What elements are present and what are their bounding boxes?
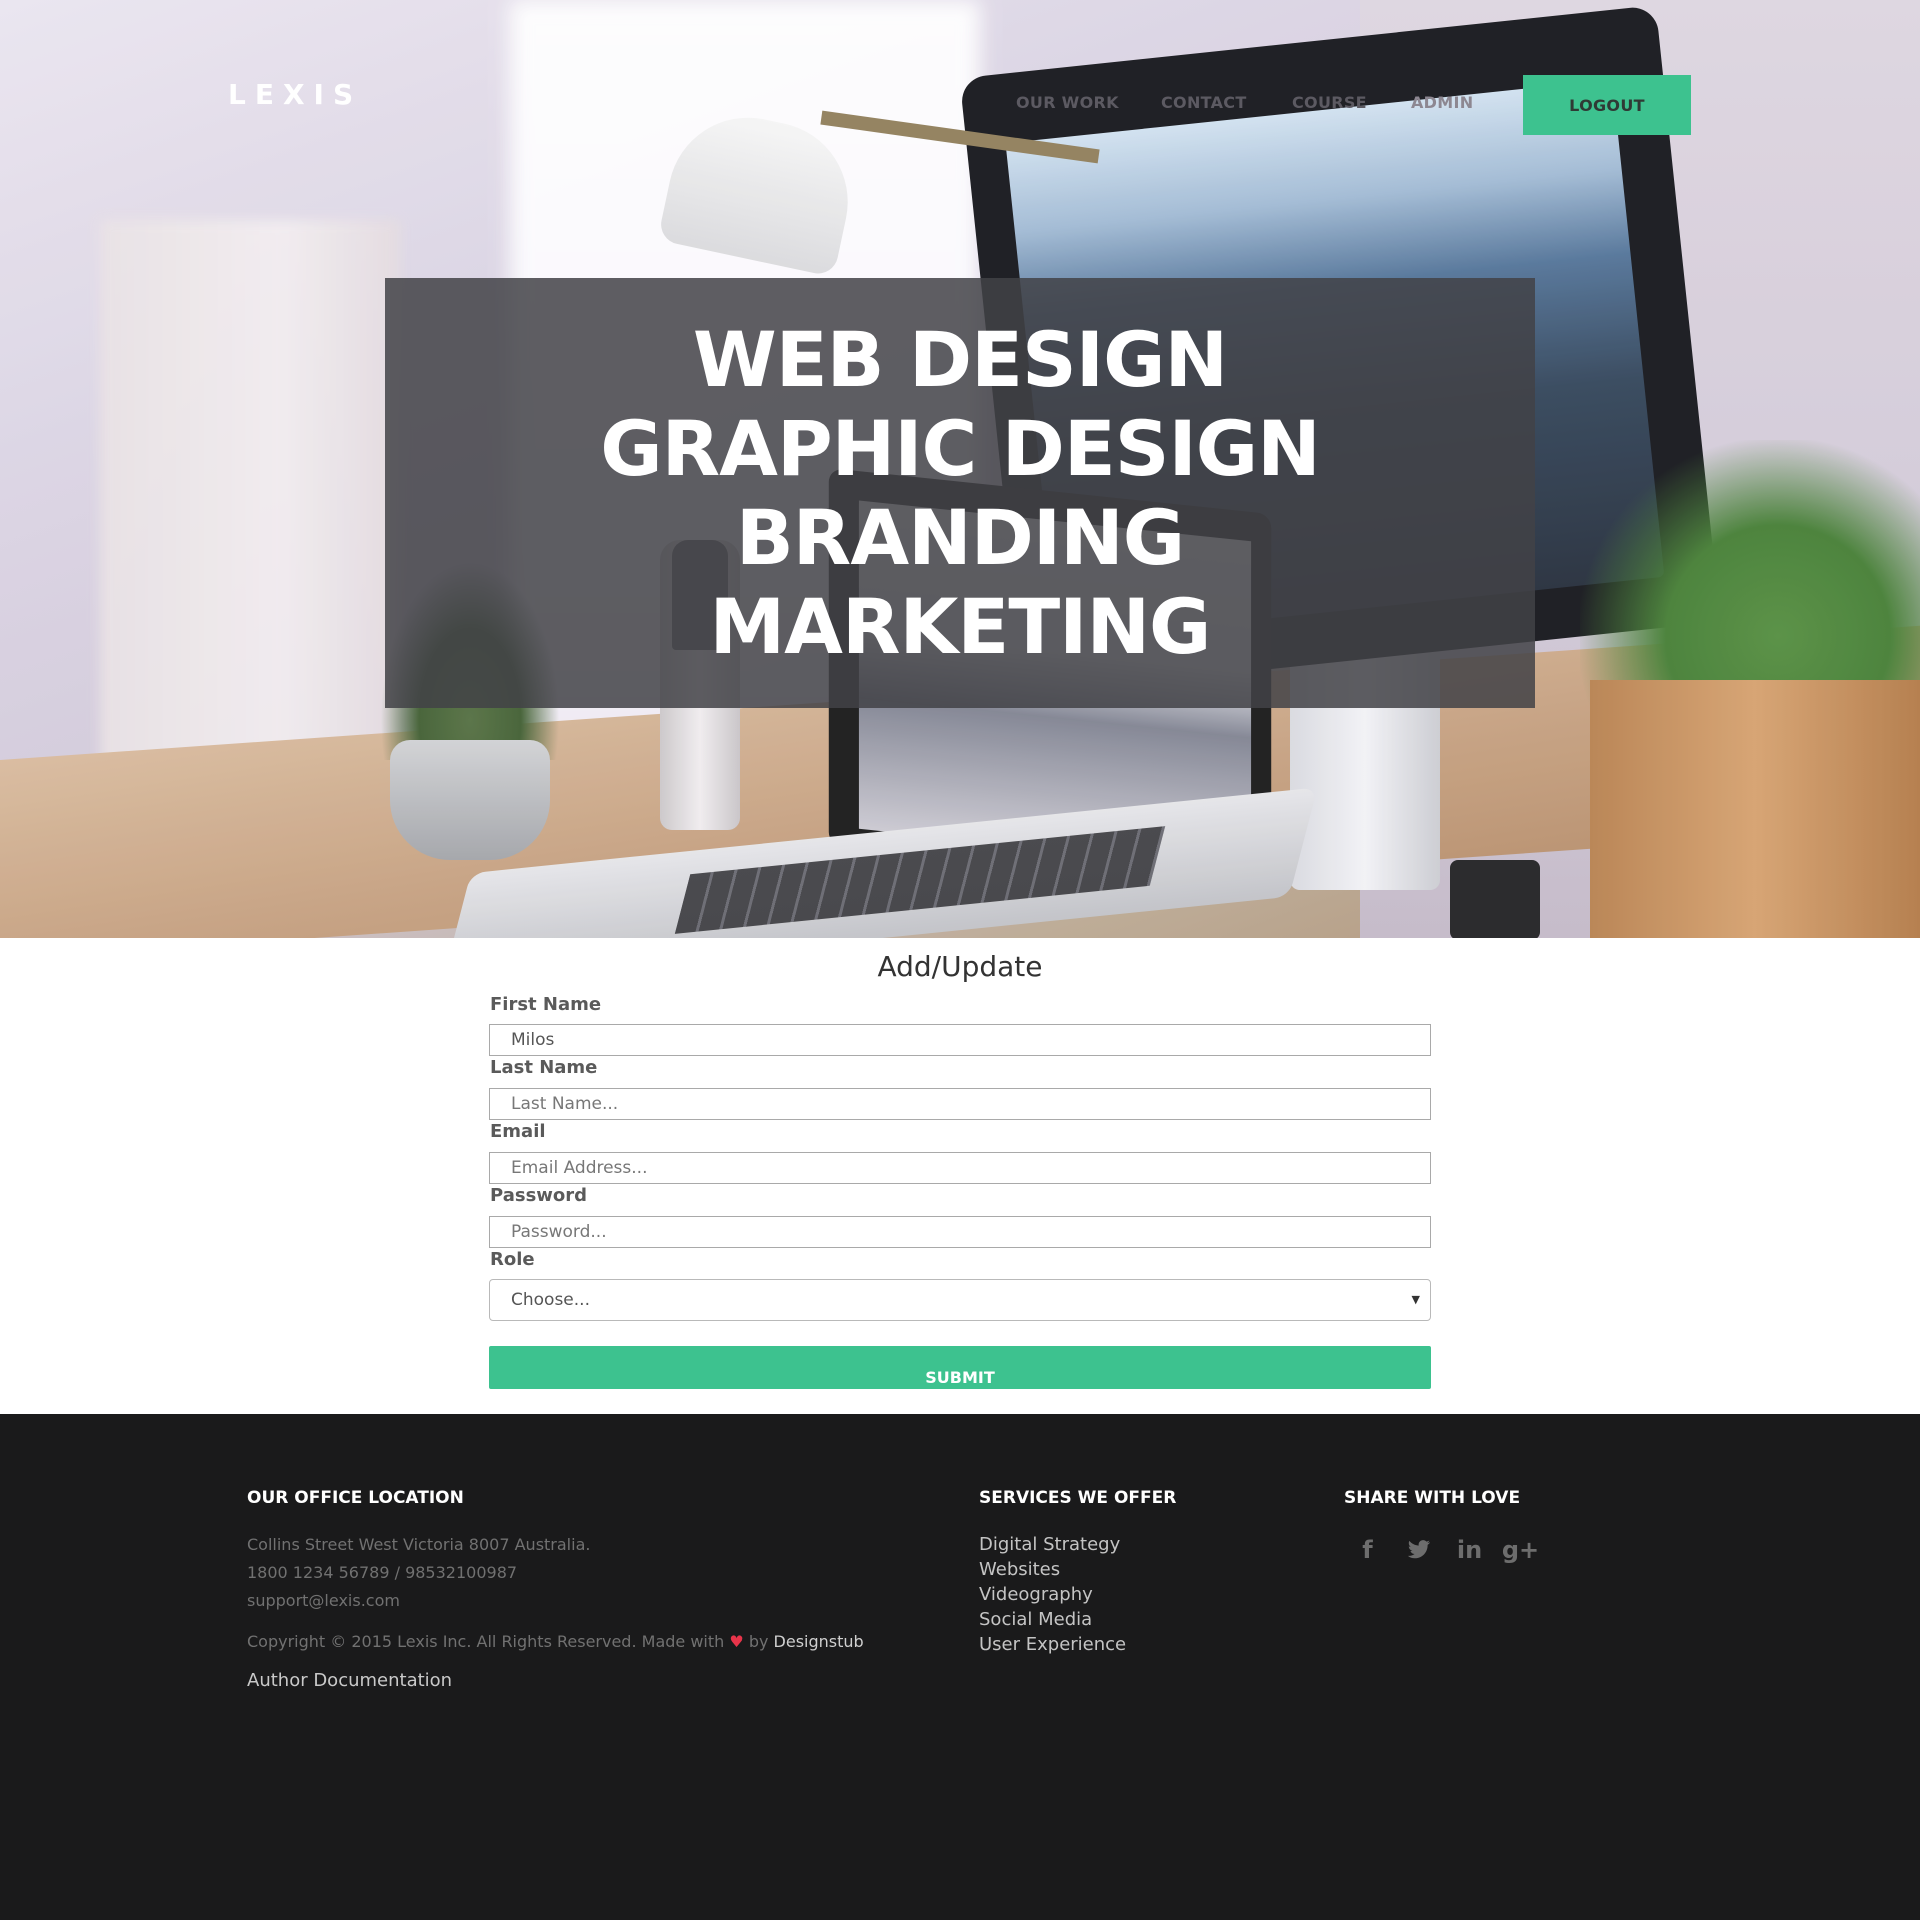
nav-item-admin[interactable]: ADMIN [1411, 93, 1473, 112]
first-name-label: First Name [490, 994, 602, 1015]
share-heading: SHARE WITH LOVE [1344, 1488, 1521, 1508]
heart-icon: ♥ [729, 1632, 744, 1651]
password-input[interactable]: Password... [489, 1216, 1431, 1248]
last-name-label: Last Name [490, 1057, 598, 1078]
hero-banner: WEB DESIGN GRAPHIC DESIGN BRANDING MARKE… [385, 278, 1535, 708]
office-email[interactable]: support@lexis.com [247, 1591, 400, 1610]
linkedin-icon[interactable]: in [1454, 1534, 1485, 1565]
email-label: Email [490, 1121, 546, 1142]
service-item-websites[interactable]: Websites [979, 1557, 1126, 1582]
copyright-by: by [748, 1632, 769, 1651]
social-links: f in g+ [1352, 1534, 1539, 1565]
hero-section: LEXIS OUR WORK CONTACT COURSE ADMIN LOGO… [0, 0, 1920, 938]
role-select-value: Choose... [511, 1290, 590, 1310]
submit-button[interactable]: SUBMIT [489, 1346, 1431, 1389]
hero-line-marketing: MARKETING [709, 582, 1212, 671]
services-heading: SERVICES WE OFFER [979, 1488, 1177, 1508]
office-address: Collins Street West Victoria 8007 Austra… [247, 1535, 591, 1554]
author-documentation-link[interactable]: Author Documentation [247, 1670, 452, 1691]
google-plus-icon[interactable]: g+ [1502, 1534, 1539, 1565]
chevron-down-icon: ▼ [1411, 1293, 1420, 1306]
service-item-user-experience[interactable]: User Experience [979, 1632, 1126, 1657]
role-select[interactable]: Choose... ▼ [489, 1279, 1431, 1321]
hero-line-graphic-design: GRAPHIC DESIGN [600, 404, 1321, 493]
facebook-icon[interactable]: f [1352, 1534, 1383, 1565]
service-item-digital-strategy[interactable]: Digital Strategy [979, 1532, 1126, 1557]
user-form: Add/Update First Name Milos Last Name La… [0, 938, 1920, 1414]
service-item-videography[interactable]: Videography [979, 1582, 1126, 1607]
site-footer: OUR OFFICE LOCATION Collins Street West … [0, 1414, 1920, 1920]
first-name-input[interactable]: Milos [489, 1024, 1431, 1056]
copyright-prefix: Copyright © 2015 Lexis Inc. All Rights R… [247, 1632, 725, 1651]
hero-line-branding: BRANDING [735, 493, 1185, 582]
service-item-social-media[interactable]: Social Media [979, 1607, 1126, 1632]
services-list: Digital Strategy Websites Videography So… [979, 1532, 1126, 1657]
designstub-link[interactable]: Designstub [774, 1632, 864, 1651]
nav-item-contact[interactable]: CONTACT [1161, 93, 1247, 112]
last-name-input[interactable]: Last Name... [489, 1088, 1431, 1120]
nav-item-course[interactable]: COURSE [1292, 93, 1367, 112]
password-label: Password [490, 1185, 588, 1206]
logout-button[interactable]: LOGOUT [1523, 75, 1691, 135]
role-label: Role [490, 1249, 535, 1270]
nav-item-our-work[interactable]: OUR WORK [1016, 93, 1119, 112]
copyright-text: Copyright © 2015 Lexis Inc. All Rights R… [247, 1632, 864, 1651]
office-heading: OUR OFFICE LOCATION [247, 1488, 464, 1508]
office-phone: 1800 1234 56789 / 98532100987 [247, 1563, 518, 1582]
form-title: Add/Update [877, 950, 1043, 983]
email-input[interactable]: Email Address... [489, 1152, 1431, 1184]
hero-line-web-design: WEB DESIGN [692, 315, 1228, 404]
twitter-icon[interactable] [1403, 1534, 1434, 1565]
